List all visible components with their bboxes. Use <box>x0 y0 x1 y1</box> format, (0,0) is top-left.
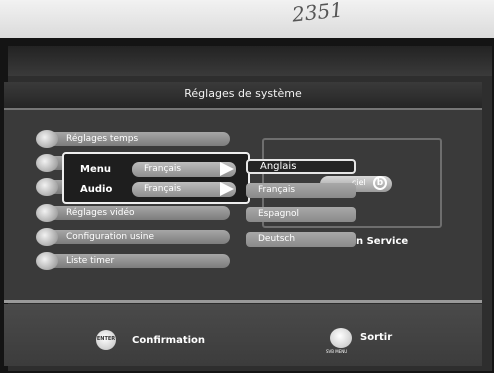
menu-item-timer-list[interactable]: Liste timer <box>40 254 230 268</box>
footer-bar: ENTER Confirmation SVB MENU Sortir <box>4 304 482 366</box>
b-logo-icon: b <box>373 176 387 190</box>
menu-item-label: Réglages vidéo <box>66 208 135 218</box>
menu-language-arrow-icon[interactable] <box>220 162 234 176</box>
exit-label: Sortir <box>360 332 393 343</box>
enter-key-icon[interactable]: ENTER <box>96 330 116 350</box>
timer-icon <box>36 252 58 270</box>
language-option-german[interactable]: Deutsch <box>246 232 356 247</box>
menu-item-time-settings[interactable]: Réglages temps <box>40 132 230 146</box>
factory-reset-icon <box>36 228 58 246</box>
audio-language-arrow-icon[interactable] <box>220 182 234 196</box>
clock-icon <box>36 130 58 148</box>
exit-key-icon[interactable] <box>330 328 352 348</box>
menu-item-label: Liste timer <box>66 256 115 266</box>
language-popup: Menu Français Audio Français <box>62 152 250 204</box>
page-title: Réglages de système <box>184 87 302 100</box>
exit-key-text: SVB MENU <box>326 349 348 354</box>
enter-key-text: ENTER <box>96 336 116 342</box>
title-bar: Réglages de système <box>4 82 482 110</box>
menu-language-label: Menu <box>80 164 111 175</box>
menu-item-label: Réglages temps <box>66 134 139 144</box>
menu-item-video-settings[interactable]: Réglages vidéo <box>40 206 230 220</box>
menu-item-label: Configuration usine <box>66 232 155 242</box>
confirm-label: Confirmation <box>132 335 206 346</box>
language-option-english[interactable]: Anglais <box>246 159 356 174</box>
footer-divider <box>4 300 482 303</box>
video-icon <box>36 204 58 222</box>
audio-language-label: Audio <box>80 184 113 195</box>
audio-icon <box>36 178 58 196</box>
service-text: n Service <box>356 236 409 247</box>
menu-item-factory-config[interactable]: Configuration usine <box>40 230 230 244</box>
language-option-spanish[interactable]: Espagnol <box>246 207 356 222</box>
screen-top-area <box>8 46 492 76</box>
language-option-french[interactable]: Français <box>246 183 356 198</box>
language-icon <box>36 154 58 172</box>
